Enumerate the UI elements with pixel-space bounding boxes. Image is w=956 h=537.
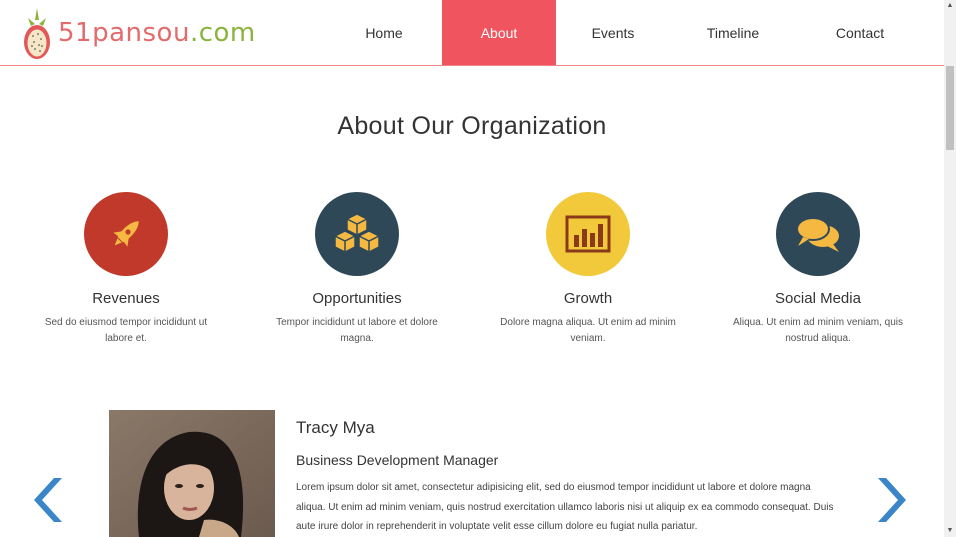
team-member-photo [109,410,275,537]
team-member-bio: Lorem ipsum dolor sit amet, consectetur … [296,482,834,532]
cubes-icon [334,213,380,253]
feature-icon-circle [315,192,399,276]
section-title: About Our Organization [337,112,607,140]
feature-title: Social Media [775,290,861,307]
feature-text: Aliqua. Ut enim ad minim veniam, quis no… [732,317,904,344]
portrait-image [109,410,275,537]
site-logo[interactable]: 51pansou.com [22,5,256,61]
nav-home-label: Home [365,24,403,41]
nav-about-label: About [480,24,518,41]
nav-about[interactable]: About [442,0,556,65]
feature-opportunities: Opportunities Tempor incididunt ut labor… [257,192,457,347]
feature-icon-circle [776,192,860,276]
nav-home[interactable]: Home [326,0,442,65]
logo-text-domain: .com [189,18,256,48]
nav-timeline-label: Timeline [706,24,760,41]
carousel-next-button[interactable] [876,476,912,529]
bar-chart-icon [565,215,611,253]
feature-text: Sed do eiusmod tempor incididunt ut labo… [44,317,208,344]
page-scrollbar[interactable]: ▲ ▼ [944,0,956,537]
feature-title: Opportunities [312,290,402,307]
chevron-left-icon [34,478,62,522]
feature-title: Revenues [92,290,160,307]
chevron-right-icon [878,478,906,522]
feature-text: Tempor incididunt ut labore et dolore ma… [276,317,438,344]
scroll-thumb[interactable] [946,66,954,150]
rocket-icon [113,221,139,247]
team-member-name: Tracy Mya [296,418,375,437]
feature-icon-circle [546,192,630,276]
scroll-up-arrow-icon[interactable]: ▲ [944,0,956,12]
team-member-role: Business Development Manager [296,452,499,468]
carousel-prev-button[interactable] [28,476,64,529]
nav-contact[interactable]: Contact [796,0,924,65]
feature-growth: Growth Dolore magna aliqua. Ut enim ad m… [488,192,688,347]
dragonfruit-logo-icon [24,8,50,59]
chat-bubbles-icon [796,217,839,252]
scroll-down-arrow-icon[interactable]: ▼ [944,525,956,537]
site-header: 51pansou.com Home About Events Timeline … [0,0,944,66]
feature-revenues: Revenues Sed do eiusmod tempor incididun… [26,192,226,347]
nav-events[interactable]: Events [556,0,670,65]
nav-timeline[interactable]: Timeline [670,0,796,65]
nav-contact-label: Contact [835,24,885,41]
main-nav: Home About Events Timeline Contact [326,0,924,65]
nav-events-label: Events [591,24,635,41]
logo-text-main: 51pansou [58,18,190,48]
feature-text: Dolore magna aliqua. Ut enim ad minim ve… [500,317,676,344]
feature-title: Growth [563,290,613,307]
logo-text: 51pansou.com [58,18,256,48]
feature-icon-circle [84,192,168,276]
feature-social-media: Social Media Aliqua. Ut enim ad minim ve… [718,192,918,347]
